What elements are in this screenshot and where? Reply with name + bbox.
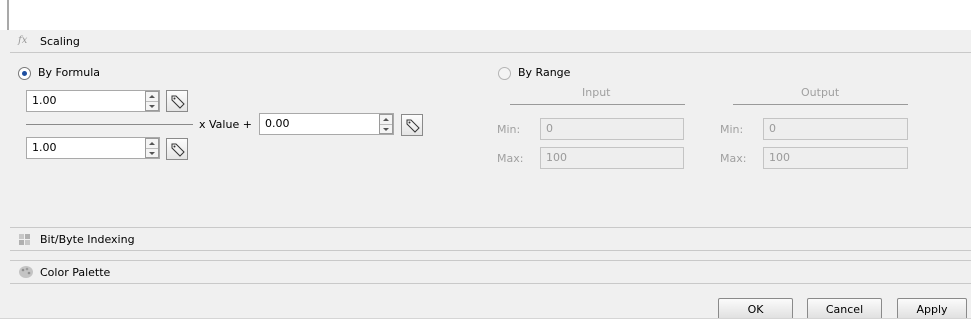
scaling-section-header[interactable]: fx Scaling [10,31,971,53]
spin-up-icon[interactable] [146,92,158,102]
spin-up-icon[interactable] [146,139,158,149]
bit-indexing-icon [19,234,30,245]
input-min-label: Min: [497,123,521,136]
x-value-label: x Value + [199,118,252,131]
input-max-field[interactable]: 100 [540,147,684,169]
tag-icon [406,119,420,133]
spin-down-icon[interactable] [146,102,158,111]
offset-tag-button[interactable] [401,114,423,136]
top-area [0,0,971,30]
color-palette-title: Color Palette [40,266,111,279]
bit-byte-section-header[interactable]: Bit/Byte Indexing [10,227,971,251]
input-header-line [510,104,685,105]
output-min-value: 0 [769,122,776,135]
divisor-value: 1.00 [32,141,57,154]
output-max-label: Max: [720,152,747,165]
by-formula-label: By Formula [38,66,101,79]
bottom-edge [0,318,971,329]
color-palette-section-header[interactable]: Color Palette [10,260,971,284]
scaling-title: Scaling [40,35,80,48]
bit-byte-title: Bit/Byte Indexing [40,233,135,246]
spin-up-icon[interactable] [380,115,392,125]
input-max-value: 100 [546,151,567,164]
divisor-tag-button[interactable] [166,138,188,160]
offset-spinner[interactable] [379,114,393,134]
output-min-label: Min: [720,123,744,136]
divisor-spinner[interactable] [145,138,159,158]
offset-value: 0.00 [265,117,290,130]
multiplier-tag-button[interactable] [166,90,188,112]
palette-icon [19,266,33,278]
fraction-line [26,124,193,125]
tag-icon [171,143,185,157]
multiplier-spinner[interactable] [145,91,159,111]
tag-icon [171,95,185,109]
input-min-value: 0 [546,122,553,135]
multiplier-value: 1.00 [32,94,57,107]
spin-down-icon[interactable] [380,125,392,134]
input-min-field[interactable]: 0 [540,118,684,140]
output-min-field[interactable]: 0 [763,118,908,140]
offset-field[interactable]: 0.00 [259,113,394,135]
by-range-label: By Range [518,66,571,79]
multiplier-field[interactable]: 1.00 [26,90,160,112]
output-header: Output [801,86,840,99]
by-formula-radio[interactable] [18,67,31,80]
output-header-line [733,104,908,105]
input-max-label: Max: [497,152,524,165]
left-divider [7,0,9,30]
input-header: Input [582,86,611,99]
output-max-field[interactable]: 100 [763,147,908,169]
spin-down-icon[interactable] [146,149,158,158]
output-max-value: 100 [769,151,790,164]
divisor-field[interactable]: 1.00 [26,137,160,159]
function-icon: fx [18,35,28,46]
by-range-radio[interactable] [498,67,511,80]
